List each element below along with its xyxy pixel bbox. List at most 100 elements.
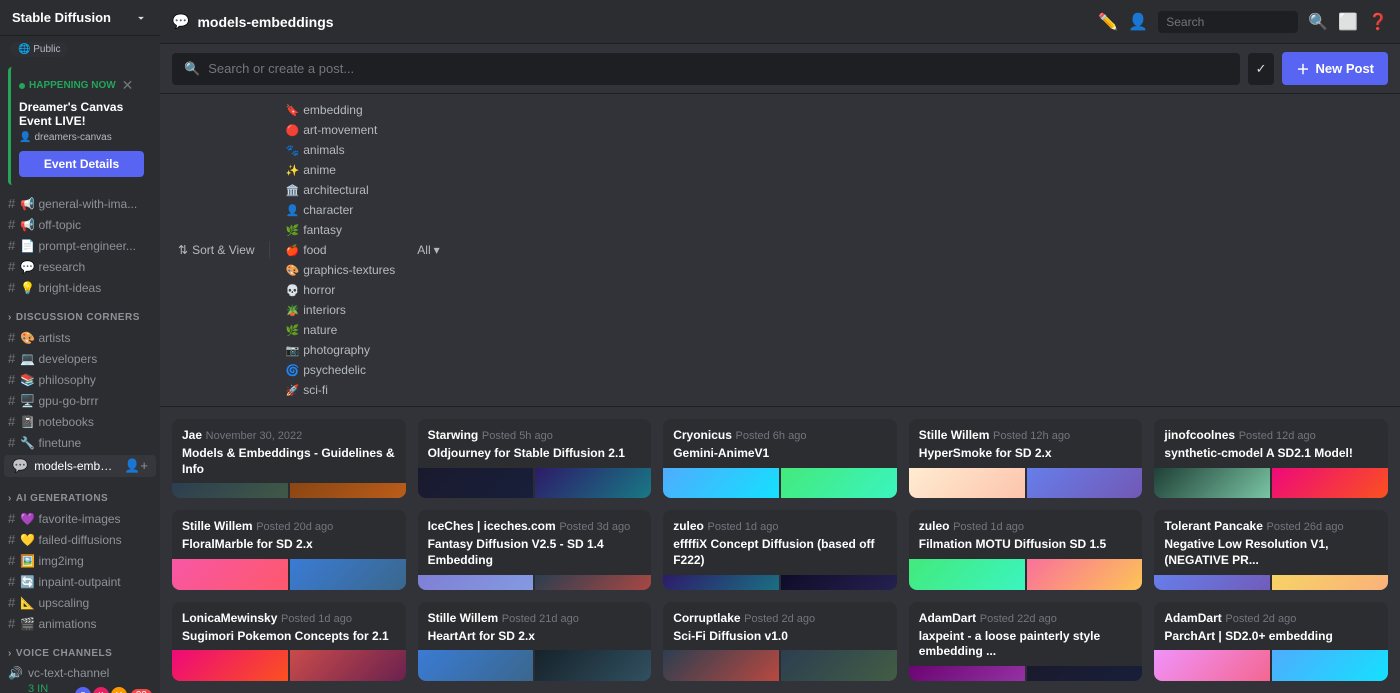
topbar: 💬 models-embeddings ✏️ 👤 🔍 ⬜ ❓ <box>160 0 1400 44</box>
post-image <box>1154 575 1270 590</box>
ai-section-header: ›AI GENERATIONS <box>0 479 160 508</box>
tag-photography[interactable]: 📷photography <box>278 340 404 360</box>
post-image <box>290 483 406 498</box>
channel-item-favorite-images[interactable]: #💜 favorite-images <box>0 508 160 529</box>
tag-graphics-textures[interactable]: 🎨graphics-textures <box>278 260 404 280</box>
vc-main[interactable]: 🔊 vc-text-channel <box>8 666 152 680</box>
tag-food[interactable]: 🍎food <box>278 240 404 260</box>
post-time: Posted 2d ago <box>744 613 815 625</box>
channel-item-research[interactable]: #💬 research <box>0 256 160 277</box>
channel-item-gpu-go-brrr[interactable]: #🖥️ gpu-go-brrr <box>0 390 160 411</box>
channel-icon: # <box>8 532 15 547</box>
members-icon[interactable]: 👤 <box>1128 12 1148 32</box>
channel-item-philosophy[interactable]: #📚 philosophy <box>0 369 160 390</box>
post-author: LonicaMewinsky <box>182 611 277 625</box>
post-time: Posted 20d ago <box>256 521 333 533</box>
post-image <box>418 650 534 681</box>
post-time: Posted 22d ago <box>980 613 1057 625</box>
channel-item-artists[interactable]: #🎨 artists <box>0 327 160 348</box>
tag-embedding[interactable]: 🔖embedding <box>278 100 404 120</box>
channel-item-finetune[interactable]: #🔧 finetune <box>0 432 160 453</box>
tag-emoji-psychedelic: 🌀 <box>286 364 300 377</box>
post-card-post8[interactable]: zuleo Posted 1d ago effffiX Concept Diff… <box>663 510 897 589</box>
help-icon[interactable]: ❓ <box>1368 12 1388 32</box>
tag-emoji-anime: ✨ <box>286 164 300 177</box>
post-card-post1[interactable]: Jae November 30, 2022 Models & Embedding… <box>172 419 406 498</box>
tag-fantasy[interactable]: 🌿fantasy <box>278 220 404 240</box>
topbar-search-input[interactable] <box>1158 11 1298 33</box>
tag-emoji-horror: 💀 <box>286 284 300 297</box>
post-title: Models & Embeddings - Guidelines & Info <box>172 446 406 483</box>
post-author: IceChes | iceches.com <box>428 519 556 533</box>
tag-horror[interactable]: 💀horror <box>278 280 404 300</box>
tag-psychedelic[interactable]: 🌀psychedelic <box>278 360 404 380</box>
forum-channel-icon: 💬 <box>172 13 189 30</box>
channel-icon: # <box>8 238 15 253</box>
post-header: Cryonicus Posted 6h ago <box>663 419 897 446</box>
channel-icon: # <box>8 330 15 345</box>
post-title: Oldjourney for Stable Diffusion 2.1 <box>418 446 652 468</box>
channel-item-animations[interactable]: #🎬 animations <box>0 613 160 634</box>
post-card-post14[interactable]: AdamDart Posted 22d ago laxpeint - a loo… <box>909 602 1143 681</box>
post-card-post6[interactable]: Stille Willem Posted 20d ago FloralMarbl… <box>172 510 406 589</box>
close-happening-button[interactable]: ✕ <box>120 75 136 96</box>
post-card-post7[interactable]: IceChes | iceches.com Posted 3d ago Fant… <box>418 510 652 589</box>
channel-item-prompt-engineer---[interactable]: #📄 prompt-engineer... <box>0 235 160 256</box>
post-card-post9[interactable]: zuleo Posted 1d ago Filmation MOTU Diffu… <box>909 510 1143 589</box>
post-card-post13[interactable]: Corruptlake Posted 2d ago Sci-Fi Diffusi… <box>663 602 897 681</box>
tag-architectural[interactable]: 🏛️architectural <box>278 180 404 200</box>
post-card-post15[interactable]: AdamDart Posted 2d ago ParchArt | SD2.0+… <box>1154 602 1388 681</box>
tag-interiors[interactable]: 🪴interiors <box>278 300 404 320</box>
new-post-button[interactable]: ＋ New Post <box>1282 52 1388 85</box>
vc-name: vc-text-channel <box>28 666 109 680</box>
sort-view-button[interactable]: ⇅ Sort & View <box>172 240 261 260</box>
channel-item-developers[interactable]: #💻 developers <box>0 348 160 369</box>
post-title: laxpeint - a loose painterly style embed… <box>909 629 1143 666</box>
checkmark-icon[interactable]: ✓ <box>1248 53 1275 85</box>
channel-item-models-embeddings[interactable]: 💬 models-embeddings 👤+ <box>4 455 156 477</box>
channel-item-off-topic[interactable]: #📢 off-topic <box>0 214 160 235</box>
post-time: Posted 5h ago <box>482 430 553 442</box>
tag-animals[interactable]: 🐾animals <box>278 140 404 160</box>
channel-item-failed-diffusions[interactable]: #💛 failed-diffusions <box>0 529 160 550</box>
vc-avatar-2: K <box>93 687 109 693</box>
post-search-container[interactable]: 🔍 Search or create a post... <box>172 53 1240 85</box>
post-card-post12[interactable]: Stille Willem Posted 21d ago HeartArt fo… <box>418 602 652 681</box>
post-card-post2[interactable]: Starwing Posted 5h ago Oldjourney for St… <box>418 419 652 498</box>
post-title: Negative Low Resolution V1, (NEGATIVE PR… <box>1154 537 1388 574</box>
post-card-post5[interactable]: jinofcoolnes Posted 12d ago synthetic-cm… <box>1154 419 1388 498</box>
all-tags-button[interactable]: All ▾ <box>409 240 447 260</box>
tag-emoji-architectural: 🏛️ <box>286 184 300 197</box>
tag-art-movement[interactable]: 🔴art-movement <box>278 120 404 140</box>
post-card-post4[interactable]: Stille Willem Posted 12h ago HyperSmoke … <box>909 419 1143 498</box>
channel-item-inpaint-outpaint[interactable]: #🔄 inpaint-outpaint <box>0 571 160 592</box>
post-images-grid <box>909 559 1143 590</box>
vc-avatar-1: S <box>75 687 91 693</box>
tag-character[interactable]: 👤character <box>278 200 404 220</box>
channel-item-general-with-ima---[interactable]: #📢 general-with-ima... <box>0 193 160 214</box>
post-image <box>781 575 897 590</box>
post-author: jinofcoolnes <box>1164 428 1235 442</box>
channel-item-img2img[interactable]: #🖼️ img2img <box>0 550 160 571</box>
add-member-icon[interactable]: 👤+ <box>124 458 148 474</box>
edit-icon[interactable]: ✏️ <box>1098 12 1118 32</box>
post-images-grid <box>909 468 1143 499</box>
post-card-post3[interactable]: Cryonicus Posted 6h ago Gemini-AnimeV1 f… <box>663 419 897 498</box>
post-card-post11[interactable]: LonicaMewinsky Posted 1d ago Sugimori Po… <box>172 602 406 681</box>
channel-item-bright-ideas[interactable]: #💡 bright-ideas <box>0 277 160 298</box>
channel-item-upscaling[interactable]: #📐 upscaling <box>0 592 160 613</box>
server-header[interactable]: Stable Diffusion <box>0 0 160 36</box>
window-icon[interactable]: ⬜ <box>1338 12 1358 32</box>
post-author: Stille Willem <box>428 611 499 625</box>
search-icon[interactable]: 🔍 <box>1308 12 1328 32</box>
tag-nature[interactable]: 🌿nature <box>278 320 404 340</box>
posts-grid: Jae November 30, 2022 Models & Embedding… <box>160 407 1400 693</box>
post-time: Posted 12h ago <box>993 430 1070 442</box>
post-card-post10[interactable]: Tolerant Pancake Posted 26d ago Negative… <box>1154 510 1388 589</box>
channel-item-notebooks[interactable]: #📓 notebooks <box>0 411 160 432</box>
event-details-button[interactable]: Event Details <box>19 151 144 177</box>
tag-sci-fi[interactable]: 🚀sci-fi <box>278 380 404 400</box>
post-title: Fantasy Diffusion V2.5 - SD 1.4 Embeddin… <box>418 537 652 574</box>
tag-anime[interactable]: ✨anime <box>278 160 404 180</box>
post-author: Corruptlake <box>673 611 740 625</box>
